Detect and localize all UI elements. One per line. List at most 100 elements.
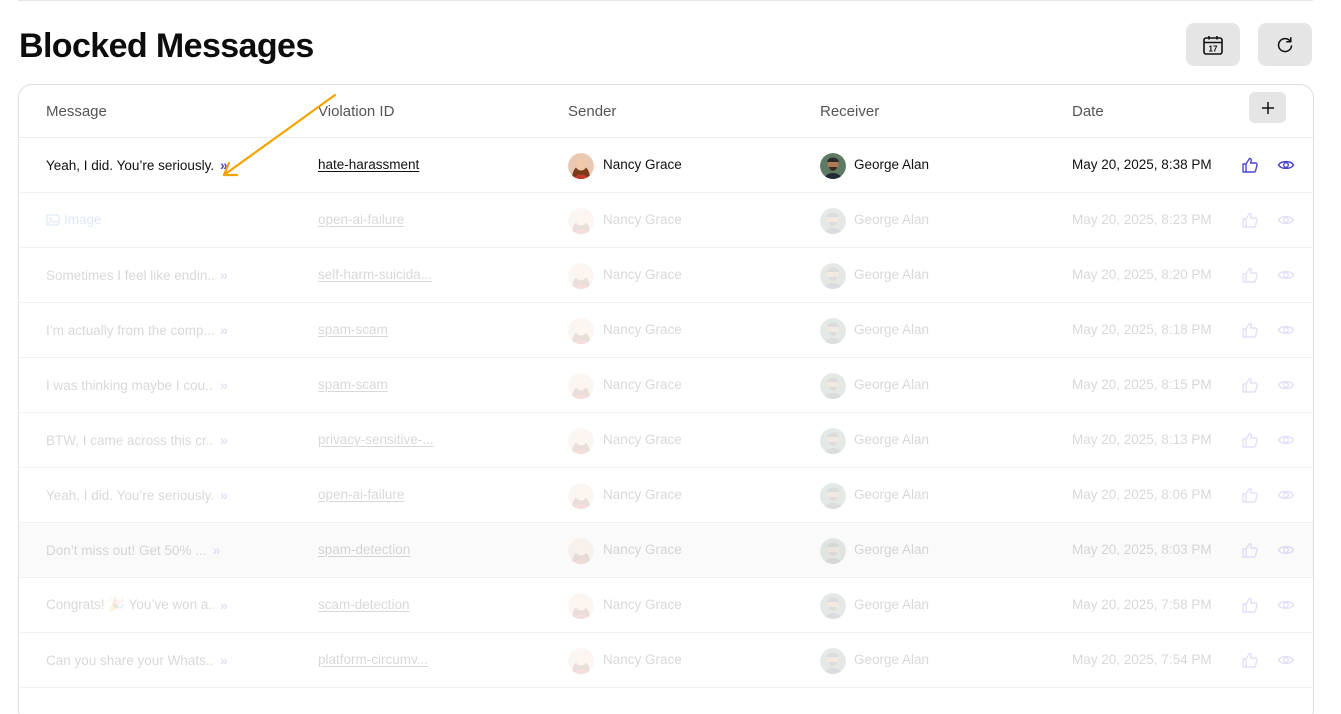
double-chevron-icon[interactable]: » [220, 432, 228, 448]
double-chevron-icon[interactable]: » [213, 542, 221, 558]
avatar [820, 373, 846, 399]
table-row[interactable]: I was thinking maybe I cou... » spam-sca… [19, 358, 1313, 413]
eye-icon[interactable] [1277, 486, 1295, 509]
eye-icon[interactable] [1277, 266, 1295, 289]
eye-icon[interactable] [1277, 651, 1295, 674]
violation-id-link[interactable]: self-harm-suicida... [318, 267, 432, 282]
thumbs-up-icon[interactable] [1241, 321, 1259, 344]
violation-id-link[interactable]: scam-detection [318, 597, 410, 612]
message-text: Can you share your Whats... [46, 652, 214, 668]
message-cell[interactable]: Yeah, I did. You’re seriously... » [46, 157, 228, 173]
table-row[interactable]: Congrats! 🎉 You’ve won a... » scam-detec… [19, 578, 1313, 633]
double-chevron-icon[interactable]: » [220, 322, 228, 338]
double-chevron-icon[interactable]: » [220, 487, 228, 503]
double-chevron-icon[interactable]: » [220, 377, 228, 393]
date-text: May 20, 2025, 8:23 PM [1072, 212, 1212, 227]
violation-id-link[interactable]: spam-detection [318, 542, 410, 557]
message-cell[interactable]: Yeah, I did. You’re seriously... » [46, 487, 228, 503]
avatar [820, 263, 846, 289]
date-text: May 20, 2025, 7:54 PM [1072, 652, 1212, 667]
table-row[interactable]: Image open-ai-failure Nancy Grace George… [19, 193, 1313, 248]
message-text: I’m actually from the comp... [46, 322, 214, 338]
refresh-button[interactable] [1258, 23, 1312, 66]
sender-name: Nancy Grace [603, 267, 682, 282]
table-row[interactable]: Can you share your Whats... » platform-c… [19, 633, 1313, 688]
message-cell[interactable]: Image [46, 212, 102, 227]
avatar [568, 538, 594, 564]
column-header-message: Message [46, 103, 107, 120]
eye-icon[interactable] [1277, 211, 1295, 234]
blocked-messages-table: Message Violation ID Sender Receiver Dat… [18, 84, 1314, 714]
table-row[interactable]: Yeah, I did. You’re seriously... » open-… [19, 468, 1313, 523]
avatar [568, 318, 594, 344]
violation-id-link[interactable]: privacy-sensitive-... [318, 432, 434, 447]
avatar [568, 373, 594, 399]
thumbs-up-icon[interactable] [1241, 211, 1259, 234]
avatar [568, 153, 594, 179]
message-text: Sometimes I feel like endin... [46, 267, 214, 283]
thumbs-up-icon[interactable] [1241, 376, 1259, 399]
sender-name: Nancy Grace [603, 597, 682, 612]
plus-icon [1261, 101, 1274, 114]
calendar-day: 17 [1209, 44, 1218, 53]
message-text: Yeah, I did. You’re seriously... [46, 157, 214, 173]
message-cell[interactable]: Congrats! 🎉 You’ve won a... » [46, 597, 228, 613]
sender-name: Nancy Grace [603, 652, 682, 667]
violation-id-link[interactable]: hate-harassment [318, 157, 419, 172]
message-cell[interactable]: Sometimes I feel like endin... » [46, 267, 228, 283]
table-row[interactable]: Yeah, I did. You’re seriously... » hate-… [19, 138, 1313, 193]
eye-icon[interactable] [1277, 376, 1295, 399]
add-column-button[interactable] [1249, 92, 1286, 123]
thumbs-up-icon[interactable] [1241, 651, 1259, 674]
table-row[interactable]: I’m actually from the comp... » spam-sca… [19, 303, 1313, 358]
eye-icon[interactable] [1277, 596, 1295, 619]
thumbs-up-icon[interactable] [1241, 266, 1259, 289]
double-chevron-icon[interactable]: » [220, 157, 228, 173]
refresh-icon [1277, 36, 1293, 52]
avatar [820, 538, 846, 564]
receiver-name: George Alan [854, 322, 930, 337]
avatar [820, 648, 846, 674]
receiver-name: George Alan [854, 542, 930, 557]
thumbs-up-icon[interactable] [1241, 486, 1259, 509]
calendar-button[interactable]: 17 [1186, 23, 1240, 66]
thumbs-up-icon[interactable] [1241, 156, 1259, 179]
violation-id-link[interactable]: spam-scam [318, 377, 388, 392]
table-row[interactable]: BTW, I came across this cr... » privacy-… [19, 413, 1313, 468]
avatar [820, 318, 846, 344]
message-cell[interactable]: I’m actually from the comp... » [46, 322, 228, 338]
avatar [820, 153, 846, 179]
message-cell[interactable]: Can you share your Whats... » [46, 652, 228, 668]
message-text: Yeah, I did. You’re seriously... [46, 487, 214, 503]
message-cell[interactable]: I was thinking maybe I cou... » [46, 377, 228, 393]
eye-icon[interactable] [1277, 541, 1295, 564]
date-text: May 20, 2025, 8:18 PM [1072, 322, 1212, 337]
message-cell[interactable]: Don’t miss out! Get 50% ... » [46, 542, 220, 558]
message-cell[interactable]: BTW, I came across this cr... » [46, 432, 228, 448]
date-text: May 20, 2025, 8:13 PM [1072, 432, 1212, 447]
double-chevron-icon[interactable]: » [220, 597, 228, 613]
violation-id-link[interactable]: open-ai-failure [318, 212, 404, 227]
avatar [568, 483, 594, 509]
eye-icon[interactable] [1277, 431, 1295, 454]
table-row[interactable]: Don’t miss out! Get 50% ... » spam-detec… [19, 523, 1313, 578]
double-chevron-icon[interactable]: » [220, 652, 228, 668]
eye-icon[interactable] [1277, 321, 1295, 344]
sender-name: Nancy Grace [603, 377, 682, 392]
column-header-violation-id: Violation ID [318, 103, 395, 120]
double-chevron-icon[interactable]: » [220, 267, 228, 283]
thumbs-up-icon[interactable] [1241, 596, 1259, 619]
violation-id-link[interactable]: platform-circumv... [318, 652, 428, 667]
thumbs-up-icon[interactable] [1241, 541, 1259, 564]
avatar [568, 593, 594, 619]
receiver-name: George Alan [854, 267, 930, 282]
eye-icon[interactable] [1277, 156, 1295, 179]
violation-id-link[interactable]: spam-scam [318, 322, 388, 337]
violation-id-link[interactable]: open-ai-failure [318, 487, 404, 502]
table-row[interactable]: Sometimes I feel like endin... » self-ha… [19, 248, 1313, 303]
sender-name: Nancy Grace [603, 157, 682, 172]
column-header-date: Date [1072, 103, 1104, 120]
message-text: Don’t miss out! Get 50% ... [46, 542, 207, 558]
calendar-icon: 17 [1203, 35, 1223, 55]
thumbs-up-icon[interactable] [1241, 431, 1259, 454]
